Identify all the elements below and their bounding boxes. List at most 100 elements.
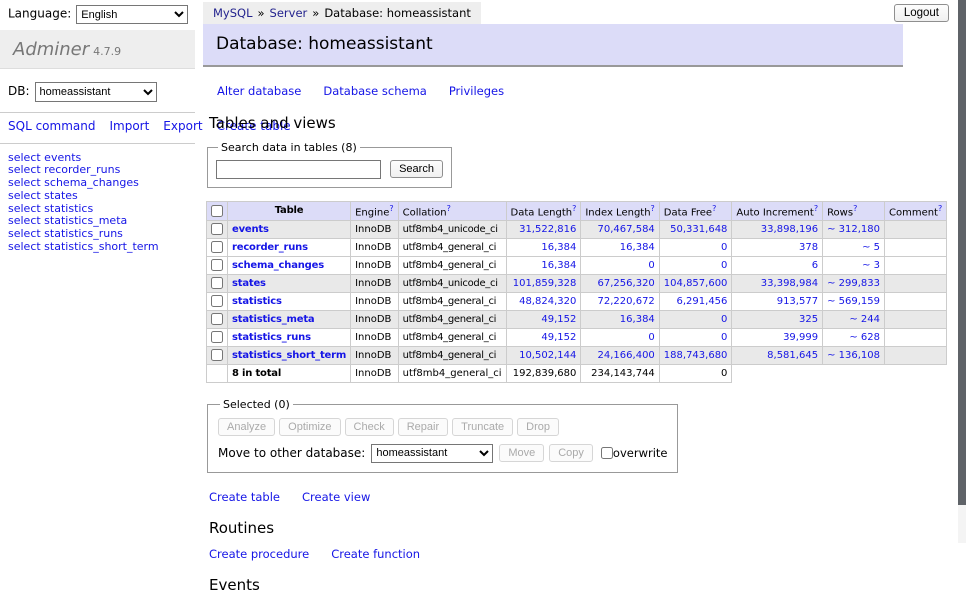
help-link[interactable]: ? <box>712 204 716 213</box>
create-view-link[interactable]: Create view <box>302 490 370 504</box>
table-stat-link[interactable]: 72,220,672 <box>598 296 655 307</box>
app-name[interactable]: Adminer <box>13 39 89 60</box>
sidebar-action-link[interactable]: Import <box>109 119 149 133</box>
table-stat-link[interactable]: ~ 136,108 <box>827 350 880 361</box>
table-stat-link[interactable]: 33,398,984 <box>761 278 818 289</box>
table-name-link[interactable]: recorder_runs <box>232 242 308 253</box>
table-stat-link[interactable]: 6,291,456 <box>677 296 728 307</box>
table-name-link[interactable]: schema_changes <box>232 260 324 271</box>
table-stat-link[interactable]: 16,384 <box>620 242 655 253</box>
table-stat-link[interactable]: 6 <box>812 260 818 271</box>
table-stat-link[interactable]: 16,384 <box>541 260 576 271</box>
table-stat-link[interactable]: 188,743,680 <box>664 350 728 361</box>
table-stat-link[interactable]: 16,384 <box>620 314 655 325</box>
table-stat-link[interactable]: 0 <box>721 260 727 271</box>
table-stat-link[interactable]: 378 <box>799 242 818 253</box>
row-checkbox[interactable] <box>211 223 223 235</box>
sidebar-item-select-statistics_short_term[interactable]: select statistics_short_term <box>8 241 187 254</box>
table-stat-link[interactable]: ~ 5 <box>862 242 880 253</box>
row-checkbox[interactable] <box>211 331 223 343</box>
table-name-link[interactable]: statistics_runs <box>232 332 311 343</box>
sidebar-item-select-schema_changes[interactable]: select schema_changes <box>8 177 187 190</box>
db-link-privileges[interactable]: Privileges <box>449 84 504 98</box>
sidebar-actions: SQL commandImportExportCreate table <box>0 112 195 144</box>
help-link[interactable]: ? <box>814 204 818 213</box>
table-stat-link[interactable]: ~ 628 <box>849 332 880 343</box>
create-function-link[interactable]: Create function <box>331 547 420 561</box>
optimize-button[interactable]: Optimize <box>279 418 340 436</box>
vertical-scrollbar[interactable] <box>958 0 966 543</box>
language-select[interactable]: English <box>76 5 188 24</box>
table-stat-link[interactable]: 49,152 <box>541 332 576 343</box>
table-stat-link[interactable]: 913,577 <box>777 296 818 307</box>
table-stat-link[interactable]: 39,999 <box>783 332 818 343</box>
table-name-link[interactable]: statistics_short_term <box>232 350 346 361</box>
help-link[interactable]: ? <box>651 204 655 213</box>
overwrite-checkbox[interactable] <box>601 447 613 459</box>
move-db-select[interactable]: homeassistant <box>371 444 493 463</box>
breadcrumb-link[interactable]: Server <box>270 6 308 20</box>
table-stat-link[interactable]: 325 <box>799 314 818 325</box>
table-name-link[interactable]: statistics_meta <box>232 314 314 325</box>
table-stat-link[interactable]: 10,502,144 <box>519 350 576 361</box>
table-stat-link[interactable]: 70,467,584 <box>598 224 655 235</box>
help-link[interactable]: ? <box>572 204 576 213</box>
row-checkbox[interactable] <box>211 349 223 361</box>
breadcrumb-link[interactable]: MySQL <box>213 6 253 20</box>
repair-button[interactable]: Repair <box>398 418 448 436</box>
table-stat-link[interactable]: 0 <box>721 242 727 253</box>
table-stat-link[interactable]: ~ 569,159 <box>827 296 880 307</box>
table-stat-link[interactable]: ~ 312,180 <box>827 224 880 235</box>
table-stat-link[interactable]: 0 <box>648 332 654 343</box>
table-stat-link[interactable]: 0 <box>648 260 654 271</box>
row-checkbox[interactable] <box>211 313 223 325</box>
truncate-button[interactable]: Truncate <box>452 418 513 436</box>
table-stat-link[interactable]: 16,384 <box>541 242 576 253</box>
table-name-link[interactable]: events <box>232 224 269 235</box>
table-stat-link[interactable]: ~ 244 <box>849 314 880 325</box>
table-stat-link[interactable]: 33,898,196 <box>761 224 818 235</box>
create-procedure-link[interactable]: Create procedure <box>209 547 309 561</box>
check-button[interactable]: Check <box>345 418 394 436</box>
sidebar-item-select-statistics_runs[interactable]: select statistics_runs <box>8 228 187 241</box>
sidebar-action-link[interactable]: Export <box>163 119 202 133</box>
table-stat-link[interactable]: 49,152 <box>541 314 576 325</box>
help-link[interactable]: ? <box>938 204 942 213</box>
table-name-link[interactable]: statistics <box>232 296 282 307</box>
logout-button[interactable]: Logout <box>894 4 949 22</box>
db-link-alter-database[interactable]: Alter database <box>217 84 301 98</box>
table-stat-link[interactable]: 8,581,645 <box>767 350 818 361</box>
row-checkbox[interactable] <box>211 277 223 289</box>
table-stat-link[interactable]: 101,859,328 <box>513 278 577 289</box>
table-stat-link[interactable]: 67,256,320 <box>598 278 655 289</box>
row-checkbox[interactable] <box>211 295 223 307</box>
create-table-link[interactable]: Create table <box>209 490 280 504</box>
table-name-link[interactable]: states <box>232 278 266 289</box>
row-checkbox[interactable] <box>211 259 223 271</box>
table-stat-link[interactable]: 48,824,320 <box>519 296 576 307</box>
search-input[interactable] <box>216 160 381 179</box>
sidebar-action-link[interactable]: SQL command <box>8 119 95 133</box>
move-button[interactable]: Move <box>499 444 544 462</box>
db-select[interactable]: homeassistant <box>35 82 157 102</box>
scrollbar-thumb[interactable] <box>958 0 966 505</box>
select-all-checkbox[interactable] <box>211 205 223 217</box>
copy-button[interactable]: Copy <box>549 444 593 462</box>
sidebar-item-select-states[interactable]: select states <box>8 190 187 203</box>
analyze-button[interactable]: Analyze <box>218 418 275 436</box>
table-stat-link[interactable]: ~ 299,833 <box>827 278 880 289</box>
table-stat-link[interactable]: 104,857,600 <box>664 278 728 289</box>
search-button[interactable]: Search <box>390 160 443 178</box>
help-link[interactable]: ? <box>447 204 451 213</box>
help-link[interactable]: ? <box>389 204 393 213</box>
table-stat-link[interactable]: 31,522,816 <box>519 224 576 235</box>
table-stat-link[interactable]: 24,166,400 <box>598 350 655 361</box>
db-link-database-schema[interactable]: Database schema <box>323 84 426 98</box>
table-stat-link[interactable]: ~ 3 <box>862 260 880 271</box>
table-stat-link[interactable]: 0 <box>721 332 727 343</box>
table-stat-link[interactable]: 0 <box>721 314 727 325</box>
row-checkbox[interactable] <box>211 241 223 253</box>
table-stat-link[interactable]: 50,331,648 <box>670 224 727 235</box>
help-link[interactable]: ? <box>853 204 857 213</box>
drop-button[interactable]: Drop <box>517 418 559 436</box>
